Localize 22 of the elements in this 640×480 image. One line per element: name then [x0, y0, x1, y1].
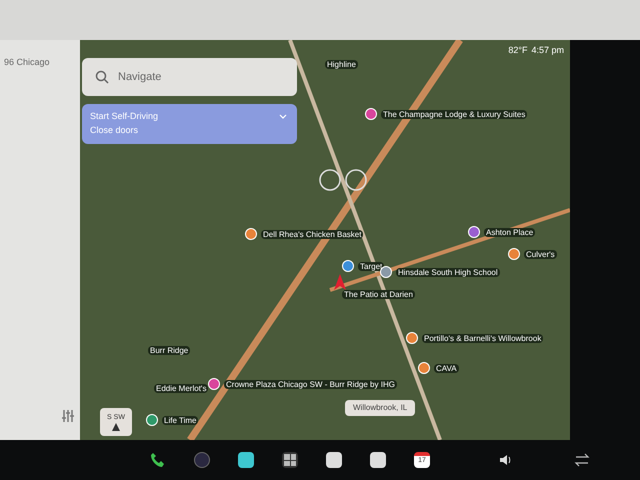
app-icon[interactable] — [238, 452, 254, 468]
card-title: Start Self-Driving — [90, 110, 158, 123]
camera-icon[interactable] — [194, 452, 210, 468]
location-text: 96 Chicago — [4, 56, 51, 69]
time-text: 4:57 pm — [531, 44, 564, 57]
temperature-text: 82°F — [508, 44, 528, 57]
swap-arrows-icon[interactable] — [574, 452, 590, 468]
north-arrow-icon — [112, 423, 120, 432]
search-icon — [94, 69, 110, 85]
map-label: Highline — [325, 60, 358, 69]
search-field[interactable]: Navigate — [82, 58, 297, 96]
map-label: Burr Ridge — [148, 346, 190, 355]
app-grid-icon[interactable] — [282, 452, 298, 468]
equalizer-icon[interactable] — [60, 408, 76, 424]
map-label: The Patio at Darien — [342, 290, 415, 299]
location-chip[interactable]: Willowbrook, IL — [345, 400, 416, 416]
card-subtitle: Close doors — [90, 124, 140, 136]
phone-icon[interactable] — [150, 452, 166, 468]
app-icon[interactable] — [370, 452, 386, 468]
app-icon[interactable] — [326, 452, 342, 468]
map-label: Eddie Merlot's — [154, 384, 208, 393]
current-location-arrow-icon — [334, 274, 346, 290]
